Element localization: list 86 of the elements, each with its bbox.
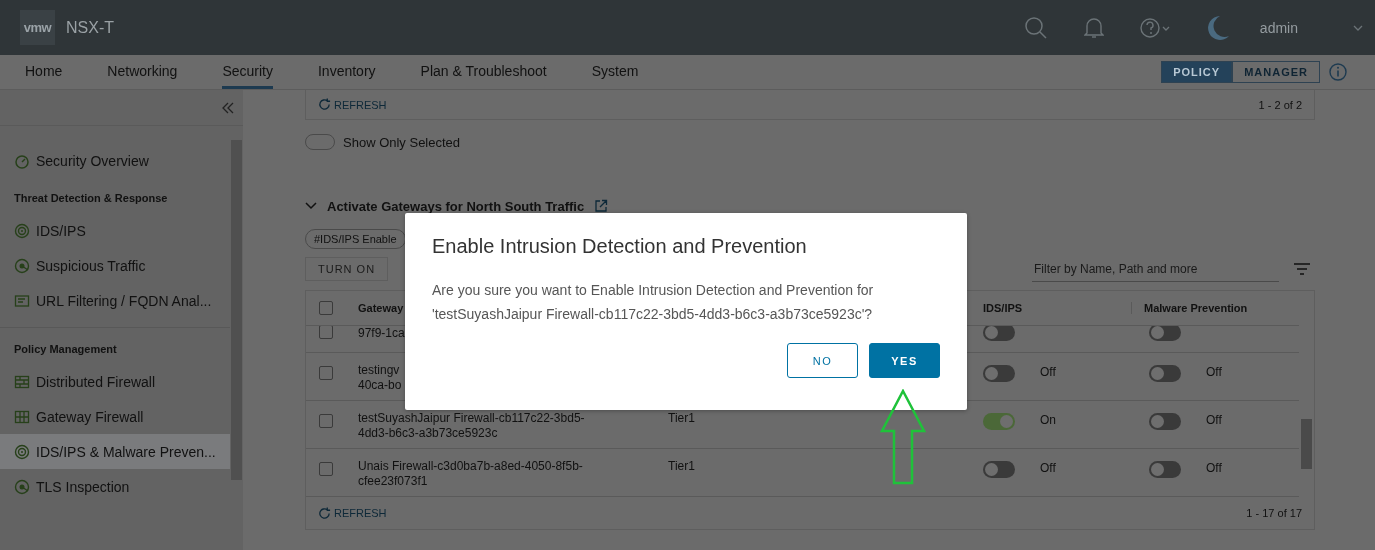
toggle-label: On bbox=[1040, 413, 1056, 427]
toggle-switch[interactable] bbox=[1149, 413, 1181, 430]
help-icon[interactable] bbox=[1139, 16, 1170, 39]
checkbox[interactable] bbox=[319, 326, 333, 339]
mode-toggle-button[interactable]: POLICY bbox=[1161, 61, 1233, 83]
table-cell: Unais Firewall-c3d0ba7b-a8ed-4050-8f5b- bbox=[358, 459, 583, 473]
confirm-button[interactable]: YES bbox=[869, 343, 940, 378]
toggle-switch[interactable] bbox=[983, 461, 1015, 478]
nav-tab[interactable]: System bbox=[591, 55, 639, 89]
scrollbar[interactable] bbox=[1301, 419, 1312, 469]
checkbox[interactable] bbox=[319, 366, 333, 380]
item-count: 1 - 17 of 17 bbox=[1246, 507, 1302, 519]
sidebar-item[interactable]: Gateway Firewall bbox=[0, 399, 230, 434]
toggle-label: Off bbox=[1206, 461, 1222, 475]
checkbox[interactable] bbox=[319, 462, 333, 476]
brick-wall-icon bbox=[14, 373, 30, 390]
refresh-button[interactable]: REFRESH bbox=[318, 98, 387, 111]
sidebar-heading: Policy Management bbox=[14, 343, 117, 355]
chevron-icon[interactable] bbox=[305, 202, 317, 210]
table-cell: testingv bbox=[358, 363, 400, 377]
nav-tab[interactable]: Home bbox=[25, 55, 63, 89]
toggle-label: Off bbox=[1040, 461, 1056, 475]
toggle-switch[interactable] bbox=[1149, 326, 1181, 341]
toggle-switch[interactable] bbox=[983, 365, 1015, 382]
logo: vmw bbox=[20, 10, 55, 45]
refresh-button[interactable]: REFRESH bbox=[318, 506, 387, 520]
product-name: NSX-T bbox=[66, 18, 114, 37]
flag-icon bbox=[14, 292, 30, 309]
toggle-switch[interactable] bbox=[983, 413, 1015, 430]
toggle-label: Off bbox=[1040, 365, 1056, 379]
sidebar-item[interactable]: IDS/IPS bbox=[0, 213, 230, 248]
sidebar-heading: Threat Detection & Response bbox=[14, 192, 168, 204]
dialog-title: Enable Intrusion Detection and Prevention bbox=[432, 235, 808, 258]
checkbox[interactable] bbox=[319, 414, 333, 428]
gauge-icon bbox=[14, 152, 30, 169]
caret-icon[interactable] bbox=[1353, 24, 1363, 31]
turn-on-button[interactable]: TURN ON bbox=[305, 257, 389, 281]
refresh-icon[interactable] bbox=[318, 506, 331, 520]
column-header[interactable]: Gateway bbox=[358, 301, 404, 314]
mode-toggle-button[interactable]: MANAGER bbox=[1232, 61, 1320, 83]
refresh-icon[interactable] bbox=[318, 98, 331, 111]
table-cell: testSuyashJaipur Firewall-cb117c22-3bd5- bbox=[358, 411, 585, 425]
radar-icon bbox=[14, 257, 30, 274]
toggle-switch[interactable] bbox=[983, 326, 1015, 341]
table-cell: 97f9-1ca bbox=[358, 326, 405, 340]
sidebar-item[interactable]: IDS/IPS & Malware Preven... bbox=[0, 434, 230, 469]
toggle-label: Show Only Selected bbox=[343, 134, 461, 150]
sidebar-item[interactable]: Security Overview bbox=[0, 143, 230, 178]
toggle-label: Off bbox=[1206, 365, 1222, 379]
table-cell: Tier1 bbox=[668, 411, 695, 425]
sidebar-item[interactable]: Distributed Firewall bbox=[0, 364, 230, 399]
toggle-switch[interactable] bbox=[1149, 461, 1181, 478]
moon-icon[interactable] bbox=[1205, 14, 1230, 41]
nav-tab[interactable]: Inventory bbox=[317, 55, 376, 89]
target-icon bbox=[14, 222, 30, 239]
collapse-icon[interactable] bbox=[222, 101, 234, 114]
nav-tab[interactable]: Plan & Troubleshoot bbox=[420, 55, 547, 89]
table-cell: 4dd3-b6c3-a3b73ce5923c bbox=[358, 426, 498, 440]
table-cell: cfee23f073f1 bbox=[358, 474, 428, 488]
grid-icon bbox=[14, 408, 30, 425]
user-menu[interactable]: admin bbox=[1259, 19, 1298, 36]
cancel-button[interactable]: NO bbox=[787, 343, 858, 378]
column-header[interactable]: IDS/IPS bbox=[983, 302, 1023, 314]
sidebar-item[interactable]: URL Filtering / FQDN Anal... bbox=[0, 283, 230, 318]
column-header[interactable]: Malware Prevention bbox=[1144, 302, 1248, 314]
toggle-switch[interactable] bbox=[305, 134, 335, 150]
table-cell: 40ca-bo bbox=[358, 378, 402, 392]
checkbox[interactable] bbox=[319, 301, 333, 315]
radar-icon bbox=[14, 478, 30, 495]
info-icon[interactable] bbox=[1329, 63, 1347, 81]
scrollbar[interactable] bbox=[231, 140, 242, 480]
table-cell: Tier1 bbox=[668, 459, 695, 473]
filter-field[interactable]: Filter by Name, Path and more bbox=[1032, 256, 1279, 282]
item-count: 1 - 2 of 2 bbox=[1258, 98, 1302, 111]
external-link-icon[interactable] bbox=[594, 199, 609, 213]
search-icon[interactable] bbox=[1023, 15, 1048, 40]
filter-icon[interactable] bbox=[1293, 263, 1311, 275]
toggle-switch[interactable] bbox=[1149, 365, 1181, 382]
target-icon bbox=[14, 443, 30, 460]
dialog-message: Are you sure you want to Enable Intrusion Detection and Prevention for 'testSuyashJaipur Firewall-cb117c22-3bd5-4dd3-b6c3-a3b73ce5923c'? bbox=[432, 281, 875, 324]
bell-icon[interactable] bbox=[1083, 16, 1104, 39]
sidebar-item[interactable]: TLS Inspection bbox=[0, 469, 230, 504]
nav-tab[interactable]: Networking bbox=[107, 55, 178, 89]
sidebar-item[interactable]: Suspicious Traffic bbox=[0, 248, 230, 283]
toggle-label: Off bbox=[1206, 413, 1222, 427]
section-title: Activate Gateways for North South Traffic bbox=[327, 198, 585, 214]
